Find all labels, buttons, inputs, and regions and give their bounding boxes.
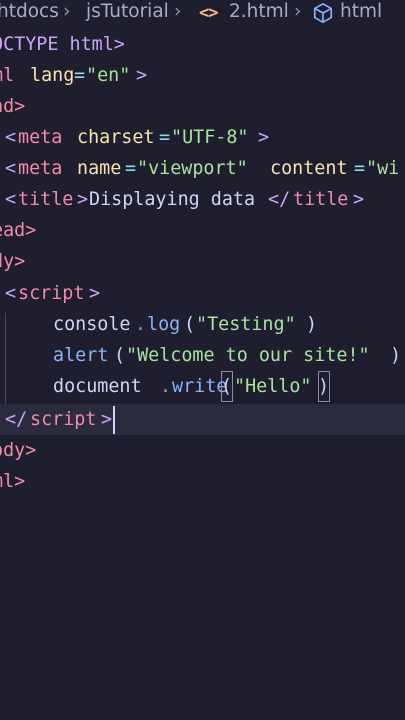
tag-bracket: >	[77, 189, 89, 210]
tag-bracket: <	[5, 283, 17, 304]
string-literal: "en"	[86, 65, 131, 86]
breadcrumb: htdocs › jsTutorial › <> 2.html › html	[0, 0, 405, 26]
punctuation: .	[160, 376, 172, 397]
string-literal: "Hello"	[234, 376, 312, 397]
operator: =	[74, 65, 86, 86]
code-line[interactable]: ody>	[0, 435, 405, 466]
code-line[interactable]: dy>	[0, 246, 405, 277]
string-literal: "Testing"	[196, 314, 296, 335]
code-line[interactable]: ead>	[0, 215, 405, 246]
text-content: Displaying data	[89, 189, 256, 210]
doctype-token: OCTYPE html>	[0, 34, 125, 55]
identifier: document	[53, 376, 142, 397]
operator: =	[159, 127, 171, 148]
tag-name: meta	[18, 127, 63, 148]
string-literal: "UTF-8"	[171, 127, 249, 148]
tag-bracket: >	[353, 189, 365, 210]
operator: =	[125, 158, 137, 179]
matched-bracket-close: )	[318, 371, 330, 402]
attribute-name: content	[270, 158, 348, 179]
function-name: log	[147, 314, 181, 335]
breadcrumb-item-htdocs[interactable]: htdocs	[0, 0, 59, 24]
code-line-active[interactable]: </ script >	[0, 404, 405, 435]
tag-bracket: <	[5, 189, 17, 210]
tag-bracket: >	[258, 127, 270, 148]
string-literal: "wi	[366, 158, 400, 179]
punctuation: .	[135, 314, 147, 335]
tag-name: meta	[18, 158, 63, 179]
string-literal: "Welcome to our site!"	[126, 345, 370, 366]
operator: =	[354, 158, 366, 179]
attribute-name: lang	[30, 65, 75, 86]
tag-name: ead>	[0, 220, 37, 241]
code-line[interactable]: OCTYPE html>	[0, 29, 405, 60]
breadcrumb-item-file[interactable]: 2.html	[229, 0, 289, 24]
paren: (	[114, 345, 126, 366]
tag-name: ad>	[0, 96, 26, 117]
attribute-name: name	[77, 158, 122, 179]
code-line[interactable]: console . log ( "Testing" )	[0, 309, 405, 340]
tag-name: ody>	[0, 440, 37, 461]
paren: (	[184, 314, 196, 335]
tag-bracket: >	[136, 65, 148, 86]
tag-bracket: <	[5, 127, 17, 148]
code-line[interactable]: < meta charset = "UTF-8" >	[0, 122, 405, 153]
code-line[interactable]: ad>	[0, 91, 405, 122]
code-line[interactable]: document . write ( "Hello" )	[0, 371, 405, 402]
tag-bracket: <	[5, 158, 17, 179]
chevron-right-icon: ›	[294, 1, 302, 22]
cube-icon	[313, 3, 333, 23]
code-line[interactable]: alert ( "Welcome to our site!" )	[0, 340, 405, 371]
code-line[interactable]: < meta name = "viewport" content = "wi	[0, 153, 405, 184]
identifier: console	[53, 314, 131, 335]
tag-name: ml	[0, 65, 15, 86]
function-name: alert	[53, 345, 109, 366]
tag-name: title	[293, 189, 349, 210]
chevron-right-icon: ›	[174, 1, 182, 22]
breadcrumb-item-element[interactable]: html	[340, 0, 382, 24]
string-literal: "viewport"	[137, 158, 248, 179]
code-line[interactable]: < script >	[0, 278, 405, 309]
attribute-name: charset	[77, 127, 155, 148]
tag-name: title	[18, 189, 74, 210]
tag-name: ml>	[0, 471, 26, 492]
paren: )	[390, 345, 402, 366]
tag-name: dy>	[0, 251, 26, 272]
text-cursor	[113, 406, 115, 434]
tag-bracket: </	[268, 189, 291, 210]
matched-bracket-open: (	[221, 371, 233, 402]
chevron-right-icon: ›	[63, 1, 71, 22]
tag-name: script	[18, 283, 85, 304]
function-name: write	[172, 376, 228, 397]
paren: )	[306, 314, 318, 335]
code-line[interactable]: < title > Displaying data </ title >	[0, 184, 405, 215]
code-line[interactable]: ml>	[0, 466, 405, 497]
breadcrumb-item-folder[interactable]: jsTutorial	[86, 0, 169, 24]
tag-bracket: </	[5, 409, 28, 430]
code-line[interactable]: ml lang = "en" >	[0, 60, 405, 91]
code-editor[interactable]: htdocs › jsTutorial › <> 2.html › html O…	[0, 0, 405, 720]
html-file-icon: <>	[199, 3, 219, 23]
tag-bracket: >	[89, 283, 101, 304]
tag-name: script	[30, 409, 97, 430]
tag-bracket: >	[101, 409, 113, 430]
